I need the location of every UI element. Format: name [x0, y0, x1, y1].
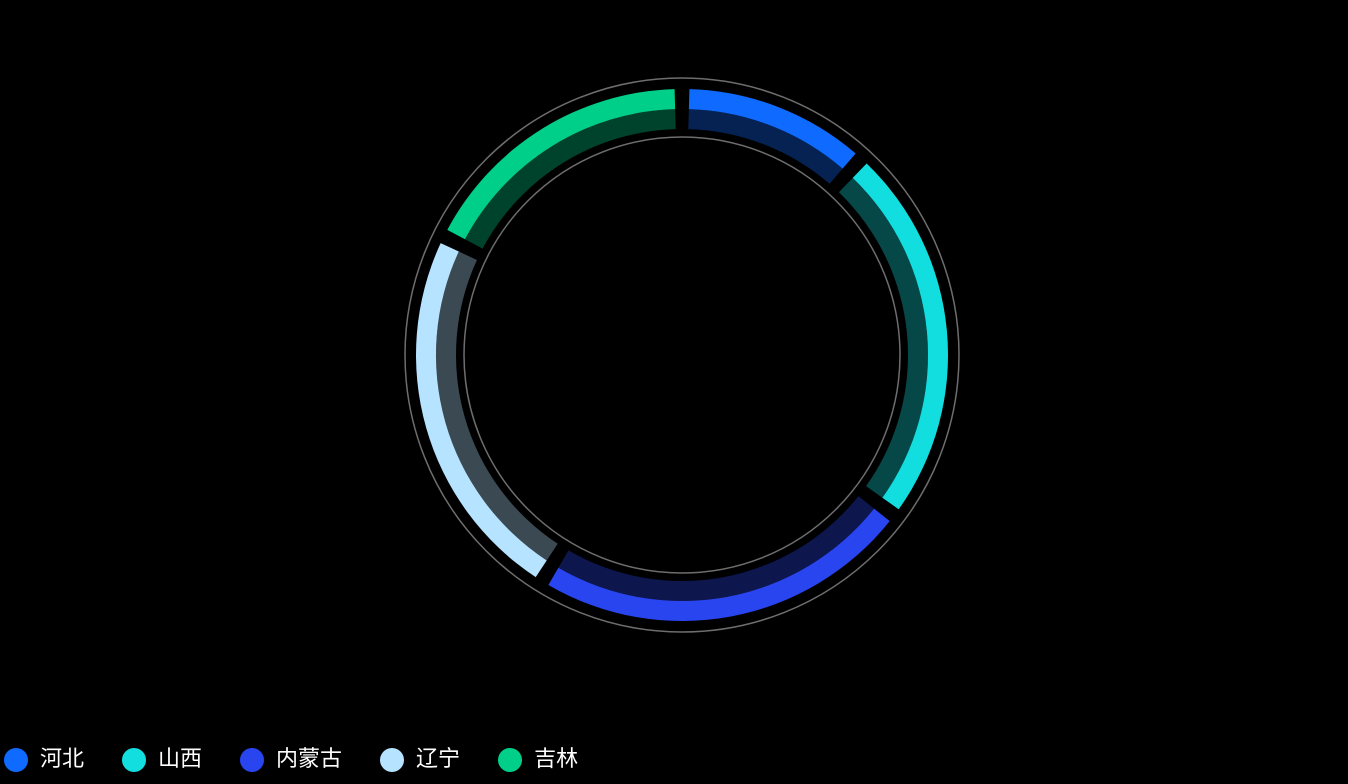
legend-item-jilin[interactable]: 吉林 [498, 748, 578, 772]
ring-slice-inner-neimenggu[interactable] [558, 496, 875, 602]
legend-label-shanxi: 山西 [158, 747, 203, 772]
legend: 河北 山西 内蒙古 辽宁 吉林 [4, 744, 616, 776]
inner-guide-ring [463, 136, 901, 574]
legend-dot-shanxi [122, 748, 147, 772]
ring-chart [404, 77, 960, 633]
legend-dot-liaoning [380, 748, 405, 772]
outer-guide-ring [404, 77, 960, 633]
ring-slice-inner-liaoning[interactable] [435, 251, 558, 561]
legend-dot-jilin [498, 748, 523, 772]
legend-item-hebei[interactable]: 河北 [4, 748, 84, 772]
legend-label-neimenggu: 内蒙古 [276, 747, 343, 772]
legend-label-hebei: 河北 [40, 747, 85, 772]
ring-slices [416, 89, 949, 621]
legend-dot-hebei [4, 748, 28, 772]
legend-item-shanxi[interactable]: 山西 [122, 748, 202, 772]
legend-item-liaoning[interactable]: 辽宁 [380, 748, 460, 772]
chart-stage: 河北 山西 内蒙古 辽宁 吉林 [0, 0, 1348, 780]
legend-dot-neimenggu [240, 748, 265, 772]
legend-label-jilin: 吉林 [534, 747, 579, 772]
legend-item-neimenggu[interactable]: 内蒙古 [240, 748, 342, 772]
legend-label-liaoning: 辽宁 [416, 747, 461, 772]
